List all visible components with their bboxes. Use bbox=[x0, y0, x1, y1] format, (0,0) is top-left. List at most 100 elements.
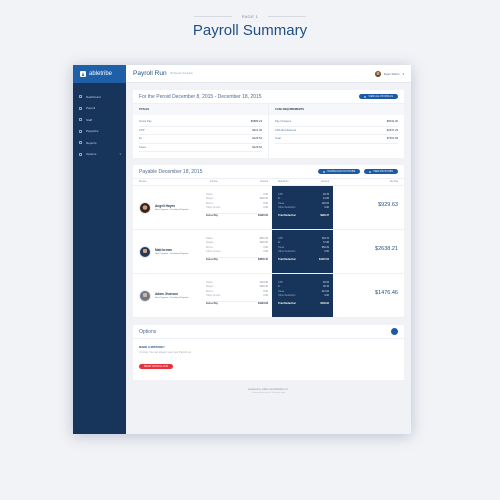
main-content: Payroll Run Bi-Weekly Schedule Ryan Robi… bbox=[126, 65, 411, 434]
payable-title: Payable December 18, 2015 bbox=[139, 168, 203, 175]
page-label: PAGE 1 bbox=[241, 14, 259, 19]
person-info: Adam Jhonson Hire Payment • Unrelated Pay… bbox=[155, 292, 188, 299]
summary-label: Total bbox=[275, 137, 281, 141]
cash-column: CASH REQUIREMENTS Pay Cheques $5044.30 CRA… bbox=[268, 104, 404, 158]
person-subtitle: Hire Payment • Unrelated Payslips bbox=[155, 253, 189, 255]
summary-label: CPP bbox=[139, 128, 145, 132]
sidebar-item-payroll[interactable]: Payroll bbox=[73, 103, 126, 115]
sidebar-item-reports[interactable]: Reports bbox=[73, 137, 126, 149]
income-amount-cell: 0.00 1920.00 0.00 0.00 $1920.00 bbox=[244, 186, 272, 229]
summary-row: EI $129.52 bbox=[139, 135, 262, 144]
staff-icon bbox=[79, 118, 82, 122]
summary-row: Gross Pay $6889.23 bbox=[139, 118, 262, 127]
download-paystubs-button[interactable]: DOWNLOAD PAYSTUBS bbox=[318, 169, 361, 174]
col-person: Person bbox=[139, 181, 147, 183]
topbar: Payroll Run Bi-Weekly Schedule Ryan Robi… bbox=[126, 65, 411, 83]
divider bbox=[193, 16, 232, 17]
deduction-block: CPP EI Taxes Other Deduction Total Deduction… bbox=[272, 230, 333, 273]
total-deduction-value: $446.62 bbox=[320, 301, 329, 305]
period-card-header: For the Peroid December 8, 2015 - Decemb… bbox=[133, 90, 404, 104]
total-deduction-label: Total Deduction bbox=[278, 301, 296, 305]
sidebar-item-options[interactable]: Options ▾ bbox=[73, 149, 126, 161]
user-menu[interactable]: Ryan Robin ▾ bbox=[374, 70, 404, 77]
summary-value: $6889.23 bbox=[250, 120, 262, 124]
table-row: Matt brown Hire Payment • Unrelated Paysl… bbox=[133, 230, 404, 274]
income-cell: Salary Wages Bonus Other Income Gross Pay bbox=[204, 186, 244, 229]
app-window: abletribe Dashboard Payroll Staff Paystu… bbox=[73, 65, 411, 434]
page-title: Payroll Summary bbox=[192, 22, 308, 39]
person-name[interactable]: Matt brown bbox=[155, 248, 188, 252]
gross-pay-value: $3846.15 bbox=[244, 257, 268, 262]
payable-table-body: Angeli Hayes Hire Payment • Unrelated Pay… bbox=[133, 186, 404, 318]
options-body: MADE A MISTAKE? It's okay. You can alway… bbox=[133, 339, 404, 380]
avatar bbox=[139, 201, 151, 214]
person-info: Matt brown Hire Payment • Unrelated Paysl… bbox=[155, 248, 188, 255]
deduction-cell: CPP EI Taxes Other Deduction Total Deduction bbox=[272, 274, 309, 317]
person-cell: Angeli Hayes Hire Payment • Unrelated Pay… bbox=[133, 186, 204, 229]
income-cell: Salary Wages Bonus Other Income Gross Pay bbox=[204, 274, 244, 317]
gross-pay-value: $1923.08 bbox=[244, 301, 268, 306]
col-deduction-amount: Amount bbox=[321, 181, 329, 183]
summary-value: $129.52 bbox=[252, 137, 262, 141]
net-pay-cell: $929.63 bbox=[333, 186, 404, 229]
totals-heading: TOTALS bbox=[133, 104, 268, 115]
deduction-cell: CPP EI Taxes Other Deduction Total Deduction bbox=[272, 186, 309, 229]
sidebar-item-dashboard[interactable]: Dashboard bbox=[73, 91, 126, 103]
dashboard-icon bbox=[79, 95, 82, 99]
summary-row: CRA Remittances $2347.29 bbox=[275, 127, 398, 135]
avatar bbox=[139, 245, 151, 258]
summary-value: $7391.59 bbox=[386, 137, 398, 141]
brand[interactable]: abletribe bbox=[73, 65, 126, 83]
period-title: For the Peroid December 8, 2015 - Decemb… bbox=[139, 93, 262, 100]
net-pay-value: $929.63 bbox=[378, 202, 398, 208]
person-name[interactable]: Angeli Hayes bbox=[155, 204, 188, 208]
topbar-subtitle: Bi-Weekly Schedule bbox=[170, 72, 193, 75]
sidebar-item-paystubs[interactable]: Paystubs bbox=[73, 126, 126, 138]
summary-row: Total $7391.59 bbox=[275, 135, 398, 144]
view-all-payrolls-button[interactable]: VIEW ALL PAYROLLS bbox=[359, 94, 398, 99]
total-deduction-value: $990.37 bbox=[320, 213, 329, 217]
person-name[interactable]: Adam Jhonson bbox=[155, 292, 188, 296]
gross-pay-value: $1920.00 bbox=[244, 213, 268, 218]
totals-section: TOTALS Gross Pay $6889.23 CPP $321.00 EI $129… bbox=[133, 104, 404, 158]
cash-list: Pay Cheques $5044.30 CRA Remittances $2347.… bbox=[269, 115, 404, 150]
sidebar-item-staff[interactable]: Staff bbox=[73, 114, 126, 126]
sidebar-item-label: Paystubs bbox=[86, 129, 99, 134]
button-label: DOWNLOAD PAYSTUBS bbox=[327, 170, 356, 173]
reports-icon bbox=[79, 141, 82, 145]
summary-value: $129.52 bbox=[252, 145, 262, 149]
person-cell: Adam Jhonson Hire Payment • Unrelated Pay… bbox=[133, 274, 204, 317]
net-pay-cell: $2638.21 bbox=[333, 230, 404, 273]
deduction-block: CPP EI Taxes Other Deduction Total Deduction… bbox=[272, 186, 333, 229]
payable-card: Payable December 18, 2015 DOWNLOAD PAYST… bbox=[133, 165, 404, 318]
expand-options-button[interactable] bbox=[391, 328, 398, 335]
gross-pay-label: Gross Pay bbox=[206, 301, 244, 306]
totals-column: TOTALS Gross Pay $6889.23 CPP $321.00 EI $129… bbox=[133, 104, 268, 158]
sidebar-item-label: Staff bbox=[86, 117, 93, 122]
view-paystubs-button[interactable]: VIEW PAYSTUBS bbox=[364, 169, 398, 174]
reset-payroll-button[interactable]: RESET PAYROLL RUN bbox=[139, 364, 174, 369]
total-deduction-label: Total Deduction bbox=[278, 257, 296, 261]
total-deduction-value: $1207.94 bbox=[319, 257, 329, 261]
deduction-amount-cell: 163.72 72.38 950.29 0.00 $1207.94 bbox=[309, 230, 333, 273]
col-deduction: Deduction bbox=[278, 181, 289, 183]
payable-table-header: Person Income Amount Deduction Amount Ne… bbox=[133, 179, 404, 186]
summary-row: Taxes $129.52 bbox=[139, 144, 262, 152]
col-amount: Amount bbox=[260, 181, 268, 183]
deduction-amount-cell: 48.53 36.15 321.94 0.00 $446.62 bbox=[309, 274, 333, 317]
summary-label: Gross Pay bbox=[139, 120, 152, 124]
income-cell: Salary Wages Bonus Other Income Gross Pay bbox=[204, 230, 244, 273]
avatar bbox=[374, 70, 381, 77]
totals-list: Gross Pay $6889.23 CPP $321.00 EI $129.52 Taxe… bbox=[133, 115, 268, 158]
chevron-down-icon: ▾ bbox=[119, 152, 121, 157]
summary-row: CPP $321.00 bbox=[139, 127, 262, 135]
deduction-block: CPP EI Taxes Other Deduction Total Deduction… bbox=[272, 274, 333, 317]
gross-pay-label: Gross Pay bbox=[206, 213, 244, 218]
table-row: Angeli Hayes Hire Payment • Unrelated Pay… bbox=[133, 186, 404, 230]
sidebar: abletribe Dashboard Payroll Staff Paystu… bbox=[73, 65, 126, 434]
gross-pay-label: Gross Pay bbox=[206, 257, 244, 262]
avatar bbox=[139, 289, 151, 302]
download-icon bbox=[323, 170, 326, 173]
payable-card-header: Payable December 18, 2015 DOWNLOAD PAYST… bbox=[133, 165, 404, 179]
person-subtitle: Hire Payment • Unrelated Payslips bbox=[155, 209, 189, 211]
